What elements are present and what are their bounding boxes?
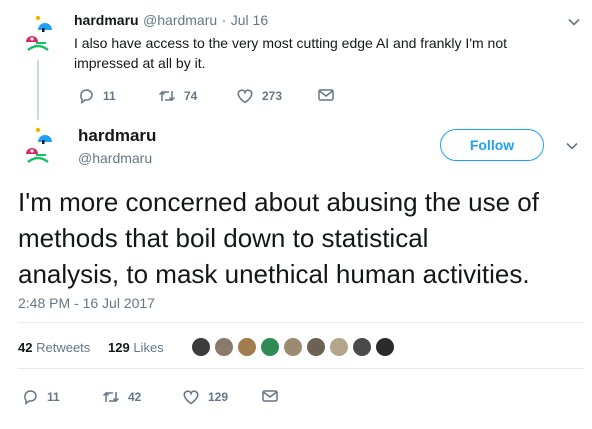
reply-count: 11	[103, 89, 116, 103]
like-icon	[183, 390, 199, 405]
reply-count: 11	[47, 390, 60, 404]
like-icon	[237, 89, 253, 104]
follow-button[interactable]: Follow	[440, 129, 544, 161]
retweet-button[interactable]: 74	[158, 88, 197, 104]
like-button[interactable]: 129	[182, 389, 228, 405]
direct-message-button[interactable]	[318, 88, 342, 102]
tweet-text: I'm more concerned about abusing the use…	[18, 184, 584, 292]
direct-message-button[interactable]	[262, 389, 286, 403]
retweet-icon	[158, 90, 176, 102]
retweets-stat[interactable]: 42 Retweets	[18, 340, 90, 355]
retweet-icon	[102, 391, 120, 403]
reply-tweet-text: I also have access to the very most cutt…	[74, 33, 507, 73]
retweet-count: 74	[184, 89, 198, 103]
liker-avatars	[190, 336, 397, 358]
dm-icon	[318, 89, 334, 101]
liker-avatar[interactable]	[282, 336, 304, 358]
liker-avatar[interactable]	[374, 336, 396, 358]
dm-icon	[262, 390, 278, 402]
retweet-count: 42	[128, 390, 142, 404]
likes-stat[interactable]: 129 Likes	[108, 340, 164, 355]
tweet-timestamp[interactable]: 2:48 PM - 16 Jul 2017	[18, 295, 155, 311]
divider	[18, 322, 584, 323]
chevron-down-icon[interactable]	[566, 140, 578, 152]
reply-text-line: I also have access to the very most cutt…	[74, 35, 508, 51]
tweet-text-line: methods that boil down to statistical	[18, 223, 429, 253]
liker-avatar[interactable]	[213, 336, 235, 358]
liker-avatar[interactable]	[259, 336, 281, 358]
reply-icon	[24, 390, 37, 405]
like-count: 129	[208, 390, 229, 404]
liker-avatar[interactable]	[190, 336, 212, 358]
liker-avatar[interactable]	[305, 336, 327, 358]
like-count: 273	[262, 89, 283, 103]
liker-avatar[interactable]	[328, 336, 350, 358]
avatar[interactable]	[16, 124, 60, 168]
thread-connector	[37, 60, 39, 120]
likes-stat-count: 129	[108, 340, 130, 355]
retweet-button[interactable]: 42	[102, 389, 141, 405]
liker-avatar[interactable]	[236, 336, 258, 358]
reply-button[interactable]: 11	[22, 389, 60, 405]
display-name[interactable]: hardmaru	[74, 12, 139, 28]
divider	[18, 368, 584, 369]
tweet-text-line: analysis, to mask unethical human activi…	[18, 259, 530, 289]
reply-text-line: impressed at all by it.	[74, 55, 206, 71]
display-name[interactable]: hardmaru	[78, 126, 156, 146]
tweet-date[interactable]: Jul 16	[231, 12, 268, 28]
reply-icon	[80, 89, 93, 104]
handle[interactable]: @hardmaru	[78, 150, 152, 166]
handle[interactable]: @hardmaru	[143, 12, 217, 28]
reply-tweet-header: hardmaru @hardmaru · Jul 16	[74, 12, 268, 30]
reply-button[interactable]: 11	[78, 88, 116, 104]
liker-avatar[interactable]	[351, 336, 373, 358]
retweets-stat-label: Retweets	[36, 340, 91, 355]
tweet-text-line: I'm more concerned about abusing the use…	[18, 187, 539, 217]
separator: ·	[221, 12, 227, 28]
avatar[interactable]	[16, 12, 60, 56]
chevron-down-icon[interactable]	[568, 16, 580, 28]
likes-stat-label: Likes	[133, 340, 164, 355]
retweets-stat-count: 42	[18, 340, 33, 355]
like-button[interactable]: 273	[236, 88, 282, 104]
